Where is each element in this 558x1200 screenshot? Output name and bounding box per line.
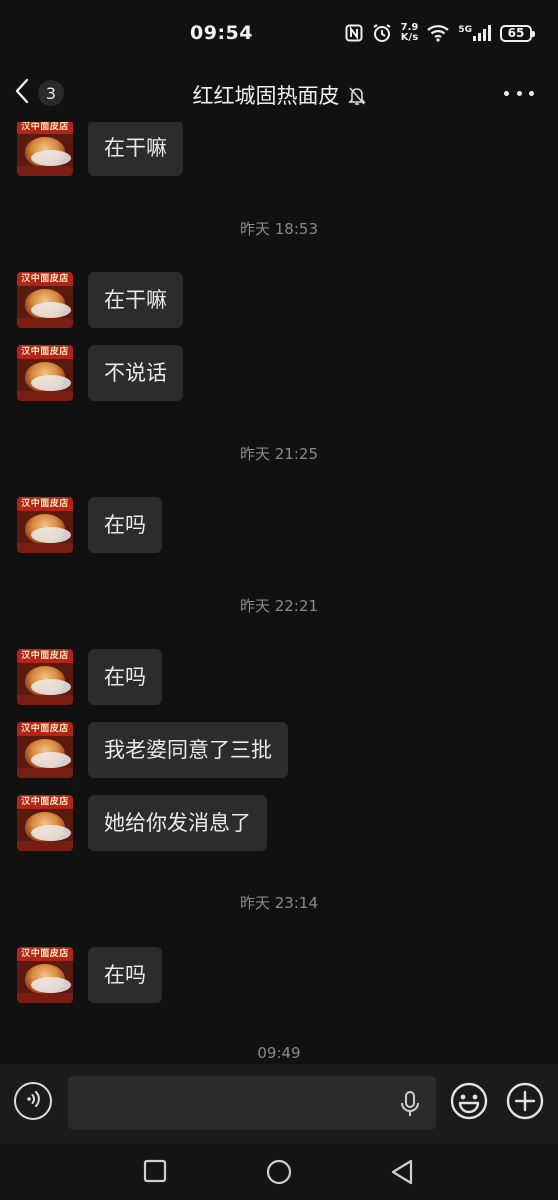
avatar-plate — [31, 679, 71, 695]
message-item: 汉中面皮店 在干嘛 — [17, 122, 183, 176]
avatar-logo-text: 汉中面皮店 — [17, 947, 73, 961]
nfc-icon — [345, 24, 363, 42]
avatar-logo-text: 汉中面皮店 — [17, 497, 73, 511]
timestamp: 昨天 22:21 — [240, 597, 318, 615]
avatar-logo-text: 汉中面皮店 — [17, 272, 73, 286]
message-item: 汉中面皮店 在吗 — [17, 497, 162, 553]
message-item: 汉中面皮店 在干嘛 — [17, 272, 183, 328]
smiley-icon — [450, 1082, 488, 1120]
avatar-logo-text: 汉中面皮店 — [17, 722, 73, 736]
emoji-button[interactable] — [450, 1082, 488, 1124]
message-bubble[interactable]: 她给你发消息了 — [88, 795, 267, 851]
status-icons: 7.9 K/s 5G 65 — [345, 20, 535, 46]
message-bubble[interactable]: 在吗 — [88, 947, 162, 1003]
avatar-plate — [31, 825, 71, 841]
avatar-logo-text: 汉中面皮店 — [17, 122, 73, 134]
avatar-plate — [31, 302, 71, 318]
plus-circle-icon — [506, 1082, 544, 1120]
timestamp: 昨天 21:25 — [240, 445, 318, 463]
more-dot — [529, 90, 534, 96]
avatar-plate — [31, 977, 71, 993]
battery-indicator: 65 — [500, 24, 535, 42]
message-item: 汉中面皮店 不说话 — [17, 345, 183, 401]
status-time: 09:54 — [190, 22, 253, 44]
alarm-clock-icon — [372, 23, 392, 43]
contact-avatar[interactable]: 汉中面皮店 — [17, 122, 73, 176]
more-dot — [504, 90, 509, 96]
square-icon — [143, 1159, 167, 1183]
message-bubble[interactable]: 我老婆同意了三批 — [88, 722, 288, 778]
nav-back-button[interactable] — [390, 1159, 414, 1189]
avatar-plate — [31, 150, 71, 166]
net-speed-unit: K/s — [400, 32, 419, 43]
bell-off-icon — [347, 86, 366, 111]
more-options-button[interactable] — [504, 82, 534, 104]
circle-icon — [266, 1159, 292, 1185]
avatar-footer — [17, 841, 73, 851]
network-type: 5G — [458, 25, 472, 35]
message-bubble[interactable]: 不说话 — [88, 345, 183, 401]
message-item: 汉中面皮店 我老婆同意了三批 — [17, 722, 288, 778]
timestamp: 昨天 23:14 — [240, 894, 318, 912]
timestamp: 09:49 — [257, 1044, 301, 1062]
contact-avatar[interactable]: 汉中面皮店 — [17, 272, 73, 328]
contact-avatar[interactable]: 汉中面皮店 — [17, 947, 73, 1003]
message-item: 汉中面皮店 她给你发消息了 — [17, 795, 267, 851]
chat-header: 3 红红城固热面皮 — [0, 64, 558, 122]
avatar-logo-text: 汉中面皮店 — [17, 345, 73, 359]
message-bubble[interactable]: 在吗 — [88, 497, 162, 553]
message-item: 汉中面皮店 在吗 — [17, 649, 162, 705]
voice-input-button[interactable] — [14, 1082, 52, 1120]
avatar-logo-text: 汉中面皮店 — [17, 795, 73, 809]
avatar-footer — [17, 318, 73, 328]
avatar-footer — [17, 695, 73, 705]
contact-avatar[interactable]: 汉中面皮店 — [17, 345, 73, 401]
contact-avatar[interactable]: 汉中面皮店 — [17, 722, 73, 778]
avatar-footer — [17, 768, 73, 778]
system-navigation-bar — [0, 1144, 558, 1200]
message-bubble[interactable]: 在干嘛 — [88, 122, 183, 176]
avatar-plate — [31, 375, 71, 391]
avatar-logo-text: 汉中面皮店 — [17, 649, 73, 663]
microphone-icon[interactable] — [399, 1090, 421, 1122]
message-item: 汉中面皮店 在吗 — [17, 947, 162, 1003]
avatar-footer — [17, 993, 73, 1003]
nav-recent-apps-button[interactable] — [143, 1159, 167, 1187]
message-bubble[interactable]: 在干嘛 — [88, 272, 183, 328]
status-bar: 09:54 7.9 K/s 5G 65 — [0, 0, 558, 64]
contact-avatar[interactable]: 汉中面皮店 — [17, 795, 73, 851]
signal-icon: 5G — [458, 25, 491, 41]
nav-home-button[interactable] — [266, 1159, 292, 1189]
avatar-plate — [31, 527, 71, 543]
more-functions-button[interactable] — [506, 1082, 544, 1124]
message-list[interactable]: 汉中面皮店 在干嘛 昨天 18:53 汉中面皮店 在干嘛 汉中面皮店 不说话 昨… — [0, 122, 558, 1064]
avatar-footer — [17, 391, 73, 401]
more-dot — [516, 90, 522, 96]
contact-avatar[interactable]: 汉中面皮店 — [17, 649, 73, 705]
timestamp: 昨天 18:53 — [240, 220, 318, 238]
voice-wave-icon — [23, 1089, 43, 1113]
net-speed: 7.9 K/s — [401, 23, 419, 43]
chat-title: 红红城固热面皮 — [0, 80, 558, 111]
wifi-icon — [427, 24, 450, 42]
avatar-plate — [31, 752, 71, 768]
chat-title-text: 红红城固热面皮 — [192, 84, 340, 108]
avatar-footer — [17, 166, 73, 176]
message-input[interactable] — [68, 1076, 436, 1130]
avatar-footer — [17, 543, 73, 553]
triangle-back-icon — [391, 1159, 413, 1185]
contact-avatar[interactable]: 汉中面皮店 — [17, 497, 73, 553]
message-bubble[interactable]: 在吗 — [88, 649, 162, 705]
